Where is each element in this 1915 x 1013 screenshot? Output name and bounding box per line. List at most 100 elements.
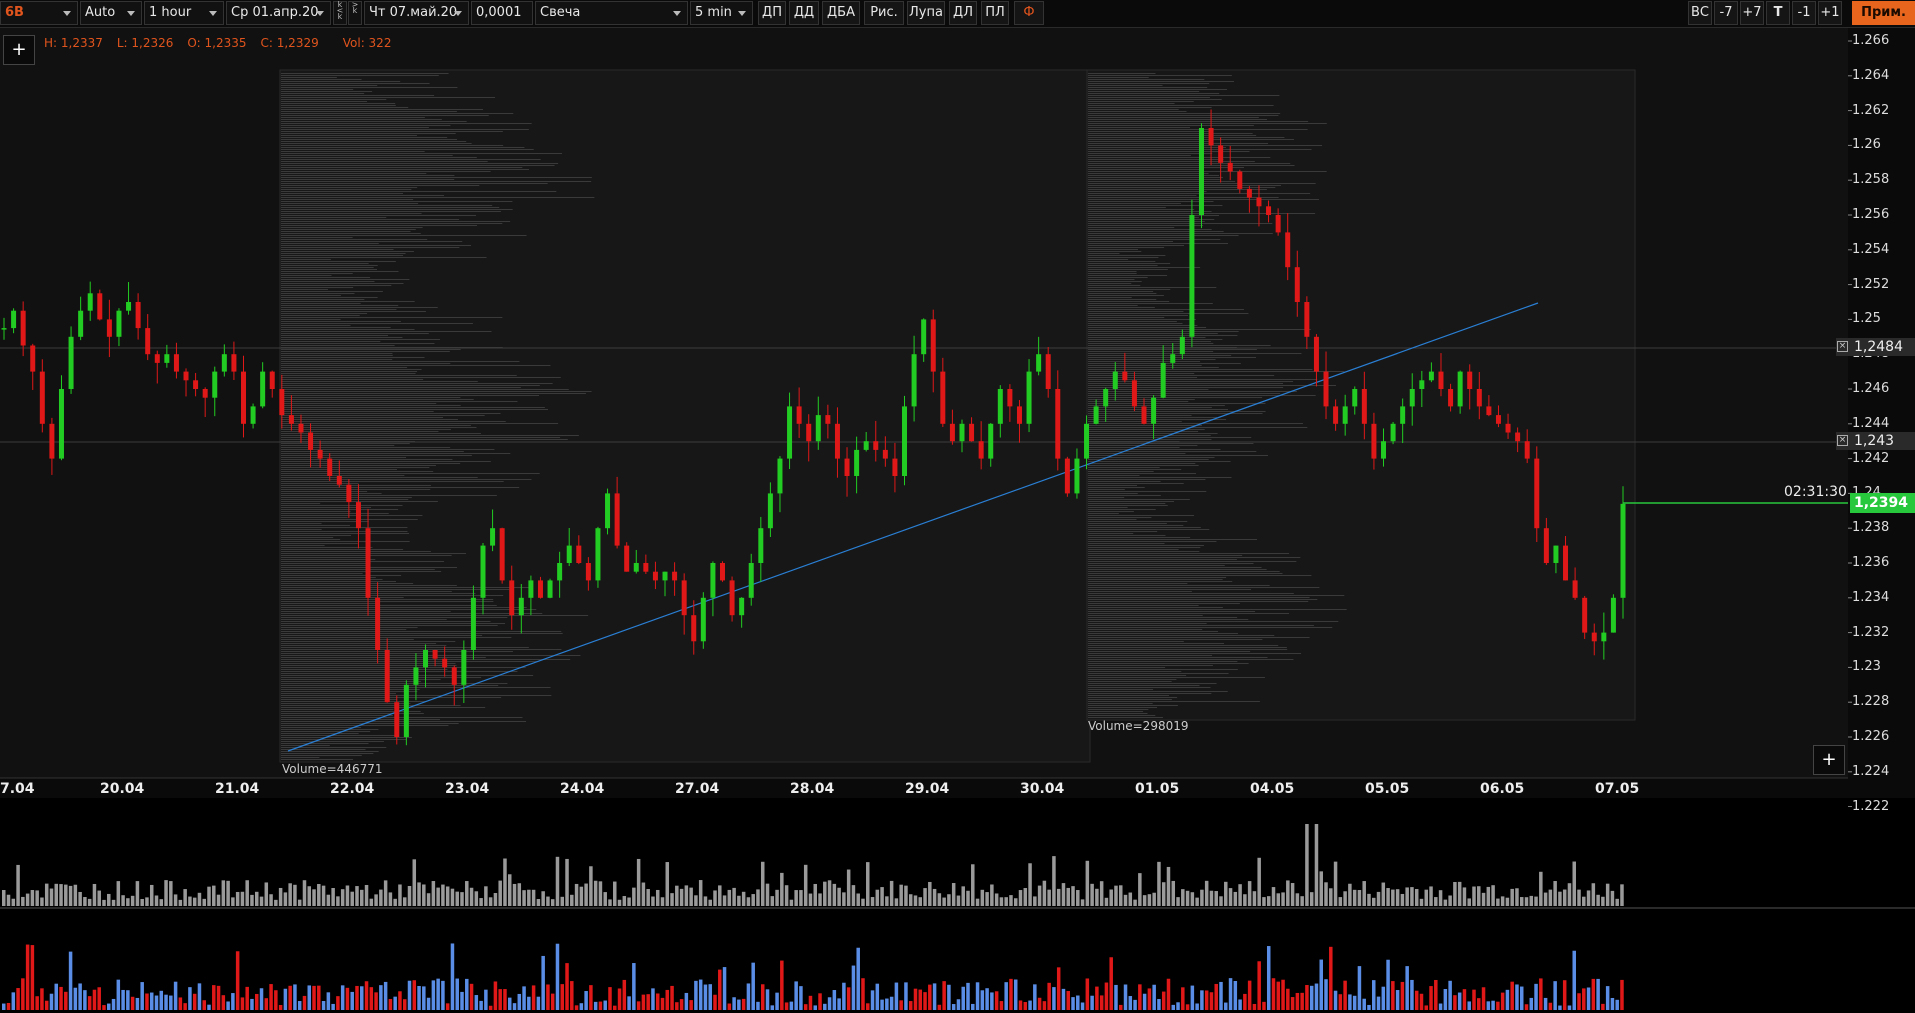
- profile-bar: [281, 451, 464, 452]
- delta-bar: [694, 980, 698, 1010]
- vs-button[interactable]: ВС: [1688, 1, 1712, 25]
- chart-canvas[interactable]: [0, 28, 1915, 1013]
- symbol-select[interactable]: 6B: [0, 1, 78, 25]
- delta-bar: [560, 984, 565, 1010]
- profile-bar: [1088, 635, 1275, 636]
- dp-button[interactable]: ДП: [758, 1, 786, 25]
- delta-bar: [784, 1002, 789, 1010]
- add-indicator-button[interactable]: +: [3, 35, 35, 65]
- profile-bar: [1088, 103, 1175, 104]
- draw-button[interactable]: Рис.: [864, 1, 904, 25]
- volume-bar: [756, 889, 760, 906]
- magnifier-button[interactable]: Лупа: [907, 1, 945, 25]
- profile-timeframe-select[interactable]: 5 min: [690, 1, 753, 25]
- close-icon[interactable]: ×: [1837, 341, 1848, 352]
- delta-bar: [288, 985, 292, 1010]
- volume-bar: [1338, 897, 1343, 906]
- delta-bar: [1553, 981, 1557, 1010]
- date-to-select[interactable]: Чт 07.май.20: [364, 1, 469, 25]
- profile-bar: [281, 103, 396, 104]
- profile-bar: [1088, 207, 1166, 208]
- plus7-button[interactable]: +7: [1740, 1, 1764, 25]
- minus1-button[interactable]: -1: [1792, 1, 1816, 25]
- volume-bar: [694, 895, 698, 906]
- minus7-button[interactable]: -7: [1714, 1, 1738, 25]
- volume-bar: [1076, 890, 1080, 906]
- chart-style-select[interactable]: Свеча: [535, 1, 688, 25]
- volume-bar: [527, 889, 531, 906]
- profile-bar: [281, 169, 529, 170]
- price-tick-label: 1.26: [1852, 137, 1881, 153]
- profile-bar: [281, 611, 451, 612]
- profile-bar: [1088, 119, 1268, 120]
- profile-bar: [1088, 433, 1218, 434]
- volume-bar: [1467, 898, 1471, 906]
- delta-bar: [527, 996, 531, 1010]
- delta-bar: [1477, 998, 1481, 1010]
- volume-bar: [1271, 887, 1276, 906]
- profile-bar: [281, 485, 431, 486]
- volume-bar: [1133, 899, 1137, 906]
- delta-bar: [1080, 1002, 1085, 1010]
- volume-bar: [1195, 897, 1199, 906]
- profile-bar: [1088, 97, 1210, 98]
- delta-bar: [1028, 1000, 1032, 1010]
- dl-button[interactable]: ДЛ: [949, 1, 977, 25]
- volume-bar: [369, 898, 374, 906]
- profile-bar: [281, 453, 511, 454]
- delta-bar: [713, 994, 717, 1010]
- level-label-lower[interactable]: × 1,243: [1836, 432, 1915, 450]
- candle-body: [902, 406, 908, 476]
- profile-bar: [281, 143, 472, 144]
- volume-bar: [584, 883, 588, 906]
- plus1-button[interactable]: +1: [1818, 1, 1842, 25]
- delta-bar: [1414, 990, 1419, 1010]
- dba-button[interactable]: ДБА: [822, 1, 860, 25]
- delta-bar: [469, 983, 474, 1010]
- profile-bar: [1088, 185, 1281, 186]
- date-shift-arrows-right[interactable]: > k: [348, 1, 362, 25]
- t-button[interactable]: T: [1766, 1, 1790, 25]
- delta-bar: [479, 1000, 483, 1010]
- delta-bar: [1395, 990, 1400, 1010]
- delta-bar: [698, 979, 703, 1010]
- volume-bar: [1257, 857, 1261, 906]
- profile-bar: [1088, 277, 1148, 278]
- profile-bar: [1088, 565, 1225, 566]
- volume-bar: [1372, 897, 1376, 906]
- add-pane-button[interactable]: +: [1813, 745, 1845, 775]
- dd-button[interactable]: ДД: [789, 1, 819, 25]
- profile-bar: [281, 341, 381, 342]
- profile-bar: [281, 647, 529, 648]
- volume-bar: [708, 899, 712, 906]
- delta-bar: [1372, 980, 1376, 1010]
- volume-profile-label-1: Volume=446771: [282, 762, 383, 776]
- delta-bar: [1238, 999, 1242, 1010]
- apply-button[interactable]: Прим.: [1852, 1, 1915, 25]
- delta-bar: [6, 1002, 11, 1010]
- delta-bar: [68, 951, 73, 1010]
- pl-button[interactable]: ПЛ: [981, 1, 1009, 25]
- profile-bar: [1088, 705, 1178, 706]
- profile-bar: [1088, 123, 1327, 124]
- delta-bar: [1056, 967, 1061, 1010]
- close-icon[interactable]: ×: [1837, 435, 1848, 446]
- settings-icon[interactable]: Ф: [1014, 1, 1044, 25]
- volume-bar: [140, 898, 144, 906]
- profile-bar: [281, 627, 418, 628]
- tick-size-input[interactable]: 0,0001: [471, 1, 533, 25]
- delta-bar: [1448, 980, 1452, 1010]
- profile-bar: [1088, 325, 1198, 326]
- candle-body: [681, 580, 687, 616]
- level-label-upper[interactable]: × 1,2484: [1836, 338, 1915, 356]
- candle-body: [154, 354, 160, 363]
- timeframe-select[interactable]: 1 hour: [144, 1, 224, 25]
- profile-bar: [281, 383, 553, 384]
- scale-mode-select[interactable]: Auto: [80, 1, 142, 25]
- date-from-select[interactable]: Ср 01.апр.20: [226, 1, 331, 25]
- volume-bar: [570, 894, 574, 906]
- profile-bar: [281, 619, 447, 620]
- profile-bar: [281, 91, 373, 92]
- candle-body: [202, 389, 208, 398]
- date-shift-arrows[interactable]: k < k: [333, 1, 347, 25]
